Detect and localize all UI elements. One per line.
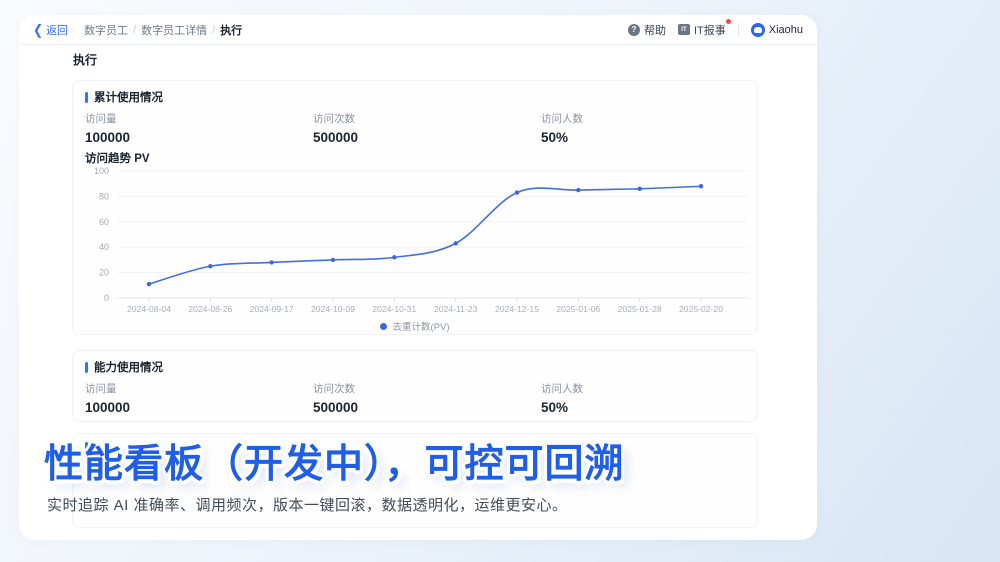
breadcrumb-separator: /	[133, 23, 137, 36]
stat-visits: 访问量 100000	[85, 111, 130, 145]
user-menu[interactable]: Xiaohu	[750, 22, 803, 37]
svg-text:60: 60	[99, 217, 109, 227]
section-header: 累计使用情况	[85, 89, 163, 105]
svg-text:0: 0	[104, 293, 109, 303]
svg-text:2024-08-04: 2024-08-04	[127, 304, 171, 314]
breadcrumb-item-digital-employee[interactable]: 数字员工	[84, 22, 128, 38]
user-name: Xiaohu	[768, 23, 803, 36]
chevron-left-icon: ❮	[33, 21, 44, 38]
breadcrumb-item-current: 执行	[220, 24, 243, 37]
avatar	[750, 22, 765, 37]
svg-text:2025-01-06: 2025-01-06	[556, 304, 600, 314]
it-report-icon: IT	[677, 24, 690, 35]
stat-label: 访问人数	[541, 113, 583, 125]
it-report-label: IT报事	[693, 24, 726, 37]
section-title: 累计使用情况	[94, 92, 163, 104]
breadcrumb-item-detail[interactable]: 数字员工详情	[141, 22, 207, 38]
svg-text:40: 40	[99, 242, 109, 252]
nav-right: ? 帮助 IT IT报事 Xiaohu	[627, 18, 803, 38]
it-report-button[interactable]: IT IT报事	[677, 18, 731, 38]
back-button[interactable]: ❮ 返回	[33, 22, 68, 38]
stat-label: 访问量	[85, 113, 117, 125]
section-marker	[85, 91, 88, 103]
help-label: 帮助	[643, 24, 666, 37]
svg-text:80: 80	[99, 191, 109, 201]
legend-dot-icon	[380, 322, 388, 330]
svg-text:100: 100	[94, 166, 109, 176]
svg-text:2024-11-23: 2024-11-23	[434, 304, 478, 314]
stat-value: 50%	[541, 400, 569, 415]
svg-text:2024-10-31: 2024-10-31	[372, 304, 416, 314]
stat-label: 访问人数	[541, 383, 583, 395]
app-background: ❮ 返回 数字员工 / 数字员工详情 / 执行 ? 帮助 IT IT报事 Xia…	[0, 0, 1000, 562]
section-header: 能力使用情况	[85, 359, 163, 375]
svg-text:2024-10-09: 2024-10-09	[311, 304, 355, 314]
stat-value: 100000	[85, 130, 131, 145]
stat-label: 访问次数	[313, 383, 355, 395]
stat-value: 500000	[313, 130, 359, 145]
svg-text:2024-09-17: 2024-09-17	[250, 304, 294, 314]
capability-usage-card: 能力使用情况 访问量 100000 访问次数 500000 访问人数 50%	[72, 350, 758, 422]
breadcrumb-separator: /	[212, 23, 216, 36]
hero-subtitle: 实时追踪 AI 准确率、调用频次，版本一键回滚，数据透明化，运维更安心。	[47, 497, 568, 514]
cumulative-usage-card: 累计使用情况 访问量 100000 访问次数 500000 访问人数 50% 访…	[72, 80, 758, 335]
stat-visit-count: 访问次数 500000	[313, 381, 358, 415]
stat-visits: 访问量 100000	[85, 381, 130, 415]
svg-text:2024-08-26: 2024-08-26	[188, 304, 232, 314]
back-label: 返回	[46, 24, 69, 37]
stat-value: 50%	[541, 130, 569, 145]
stat-visitors: 访问人数 50%	[541, 381, 583, 415]
svg-text:20: 20	[99, 268, 109, 278]
breadcrumb: 数字员工 / 数字员工详情 / 执行	[84, 22, 242, 38]
stat-label: 访问次数	[313, 113, 355, 125]
nav-divider	[737, 22, 739, 37]
svg-text:2025-01-28: 2025-01-28	[618, 304, 662, 314]
stat-visit-count: 访问次数 500000	[313, 111, 358, 145]
chart-legend[interactable]: 去重计数(PV)	[73, 319, 757, 333]
stat-label: 访问量	[85, 383, 117, 395]
question-circle-icon: ?	[627, 23, 640, 36]
hero-title: 性能看板（开发中），可控可回溯	[44, 443, 625, 486]
section-title: 能力使用情况	[94, 362, 163, 374]
section-marker	[85, 361, 88, 373]
stat-visitors: 访问人数 50%	[541, 111, 583, 145]
svg-text:2025-02-20: 2025-02-20	[679, 304, 723, 314]
legend-label: 去重计数(PV)	[392, 322, 450, 333]
stat-value: 100000	[85, 400, 131, 415]
page-title: 执行	[73, 53, 98, 67]
svg-text:2024-12-15: 2024-12-15	[495, 304, 539, 314]
pv-trend-line-chart: 0 20 40 60 80 100 2024-08-04 2024-08-26 2024-09-…	[94, 166, 749, 314]
top-navbar: ❮ 返回 数字员工 / 数字员工详情 / 执行 ? 帮助 IT IT报事 Xia…	[19, 15, 817, 45]
nav-left: ❮ 返回 数字员工 / 数字员工详情 / 执行	[33, 22, 242, 38]
help-button[interactable]: ? 帮助	[627, 22, 666, 38]
stat-value: 500000	[313, 400, 359, 415]
notification-badge-dot	[725, 18, 731, 24]
